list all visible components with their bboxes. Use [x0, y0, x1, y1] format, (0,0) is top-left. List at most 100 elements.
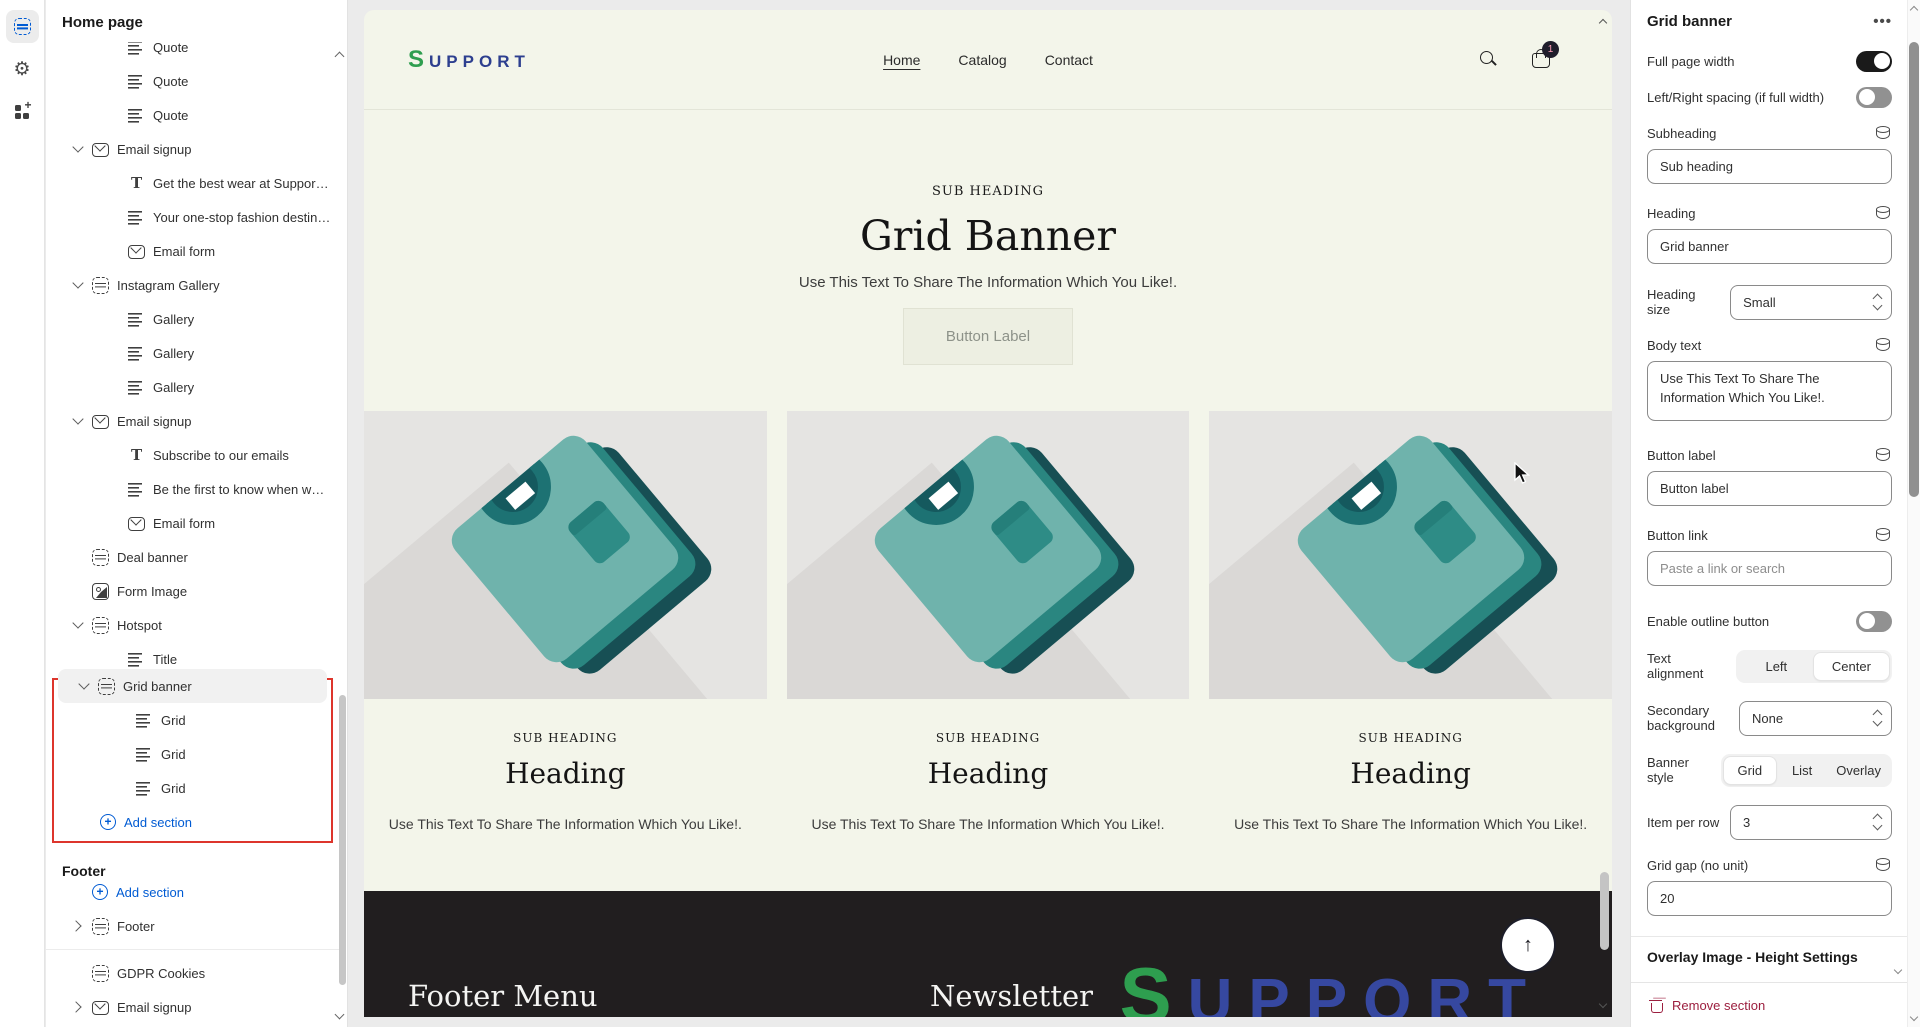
tree-item-grid[interactable]: Grid	[54, 703, 331, 737]
tree-item-add-section[interactable]: Add section	[54, 805, 331, 839]
cart-button[interactable]: 1	[1532, 50, 1550, 70]
preview-scroll-down-icon[interactable]	[1597, 999, 1609, 1011]
grid-item[interactable]: SUB HEADING Heading Use This Text To Sha…	[1209, 411, 1612, 832]
tree-item-be-the-first-to-know-when-we-la-[interactable]: Be the first to know when we la...	[46, 472, 339, 506]
window-scroll-up-icon[interactable]	[1909, 4, 1919, 14]
body-text-input[interactable]: Use This Text To Share The Information W…	[1647, 361, 1892, 421]
window-scrollbar[interactable]	[1909, 42, 1919, 497]
tree-item-grid-banner[interactable]: Grid banner	[58, 669, 327, 703]
tree-item-email-form[interactable]: Email form	[46, 506, 339, 540]
tree-item-deal-banner[interactable]: Deal banner	[46, 540, 339, 574]
dynamic-source-icon[interactable]	[1874, 337, 1892, 353]
tree-item-footer[interactable]: Footer	[46, 909, 339, 943]
chevron-icon[interactable]	[70, 583, 86, 599]
tree-item-email-signup[interactable]: Email signup	[46, 990, 339, 1024]
tree-item-grid[interactable]: Grid	[54, 771, 331, 805]
remove-section-button[interactable]: Remove section	[1631, 982, 1908, 1027]
button-label-input[interactable]	[1647, 471, 1892, 506]
full-page-width-toggle[interactable]	[1856, 51, 1892, 72]
hero-button[interactable]: Button Label	[903, 308, 1073, 365]
more-options-icon[interactable]: •••	[1873, 13, 1892, 30]
chevron-icon[interactable]	[106, 515, 122, 531]
tree-item-quote[interactable]: Quote	[46, 98, 339, 132]
chevron-icon[interactable]	[106, 107, 122, 123]
sidebar-scroll-up-icon[interactable]	[333, 48, 347, 62]
chevron-icon[interactable]	[106, 481, 122, 497]
tree-item-quote[interactable]: Quote	[46, 42, 339, 64]
grid-item[interactable]: SUB HEADING Heading Use This Text To Sha…	[787, 411, 1190, 832]
chevron-icon[interactable]	[106, 209, 122, 225]
dynamic-source-icon[interactable]	[1874, 857, 1892, 873]
tree-item-form-image[interactable]: Form Image	[46, 574, 339, 608]
nav-link[interactable]: Contact	[1045, 52, 1093, 68]
scroll-to-top-button[interactable]: ↑	[1502, 919, 1554, 971]
heading-input[interactable]	[1647, 229, 1892, 264]
sidebar-scrollbar[interactable]	[339, 695, 346, 985]
tree-item-gdpr-cookies[interactable]: GDPR Cookies	[46, 956, 339, 990]
chevron-icon[interactable]	[106, 379, 122, 395]
segment-list[interactable]: List	[1776, 757, 1828, 784]
chevron-icon[interactable]	[70, 617, 86, 633]
tree-item-your-one-stop-fashion-destinati-[interactable]: Your one-stop fashion destinati...	[46, 200, 339, 234]
tree-item-grid[interactable]: Grid	[54, 737, 331, 771]
chevron-icon[interactable]	[70, 141, 86, 157]
chevron-icon[interactable]	[106, 311, 122, 327]
chevron-icon[interactable]	[114, 712, 130, 728]
segment-left[interactable]: Left	[1739, 653, 1814, 680]
nav-link[interactable]: Catalog	[958, 52, 1006, 68]
dynamic-source-icon[interactable]	[1874, 205, 1892, 221]
tree-item-gallery[interactable]: Gallery	[46, 336, 339, 370]
segment-overlay[interactable]: Overlay	[1828, 757, 1889, 784]
tree-item-add-section[interactable]: Add section	[46, 875, 339, 909]
preview-scroll-up-icon[interactable]	[1597, 16, 1609, 28]
tree-item-gallery[interactable]: Gallery	[46, 302, 339, 336]
chevron-icon[interactable]	[106, 447, 122, 463]
chevron-icon[interactable]	[106, 345, 122, 361]
subheading-input[interactable]	[1647, 149, 1892, 184]
search-icon[interactable]	[1479, 50, 1498, 69]
chevron-icon[interactable]	[106, 175, 122, 191]
chevron-icon[interactable]	[70, 413, 86, 429]
chevron-icon[interactable]	[106, 243, 122, 259]
tree-item-get-the-best-wear-at-support-th-[interactable]: Get the best wear at Support, th...	[46, 166, 339, 200]
tree-item-hotspot[interactable]: Hotspot	[46, 608, 339, 642]
secondary-background-select[interactable]: None	[1739, 701, 1892, 736]
chevron-icon[interactable]	[106, 651, 122, 667]
tree-item-email-form[interactable]: Email form	[46, 234, 339, 268]
chevron-icon[interactable]	[78, 814, 94, 830]
chevron-icon[interactable]	[114, 746, 130, 762]
sidebar-scroll-area[interactable]: Quote Quote Quote Email signup	[46, 42, 339, 1027]
chevron-icon[interactable]	[106, 73, 122, 89]
tree-item-subscribe-to-our-emails[interactable]: Subscribe to our emails	[46, 438, 339, 472]
dynamic-source-icon[interactable]	[1874, 125, 1892, 141]
chevron-icon[interactable]	[70, 549, 86, 565]
grid-item[interactable]: SUB HEADING Heading Use This Text To Sha…	[364, 411, 767, 832]
sections-panel-button[interactable]	[6, 10, 39, 43]
store-logo[interactable]: Support	[408, 46, 530, 74]
dynamic-source-icon[interactable]	[1874, 447, 1892, 463]
chevron-icon[interactable]	[70, 965, 86, 981]
nav-link[interactable]: Home	[883, 52, 920, 68]
chevron-icon[interactable]	[70, 918, 86, 934]
dynamic-source-icon[interactable]	[1874, 527, 1892, 543]
outline-button-toggle[interactable]	[1856, 611, 1892, 632]
chevron-icon[interactable]	[106, 42, 122, 55]
grid-gap-input[interactable]	[1647, 881, 1892, 916]
heading-size-select[interactable]: Small	[1730, 285, 1892, 320]
chevron-icon[interactable]	[70, 277, 86, 293]
tree-item-email-signup[interactable]: Email signup	[46, 404, 339, 438]
segment-center[interactable]: Center	[1814, 653, 1889, 680]
tree-item-gallery[interactable]: Gallery	[46, 370, 339, 404]
app-embeds-button[interactable]	[6, 96, 39, 129]
tree-item-email-signup[interactable]: Email signup	[46, 132, 339, 166]
sidebar-scroll-down-icon[interactable]	[333, 1009, 347, 1023]
chevron-icon[interactable]	[70, 999, 86, 1015]
chevron-icon[interactable]	[76, 678, 92, 694]
button-link-input[interactable]	[1647, 551, 1892, 586]
spacing-toggle[interactable]	[1856, 87, 1892, 108]
chevron-icon[interactable]	[70, 884, 86, 900]
tree-item-instagram-gallery[interactable]: Instagram Gallery	[46, 268, 339, 302]
segment-grid[interactable]: Grid	[1724, 757, 1776, 784]
preview-scrollbar[interactable]	[1600, 872, 1609, 950]
theme-settings-button[interactable]	[6, 53, 39, 86]
